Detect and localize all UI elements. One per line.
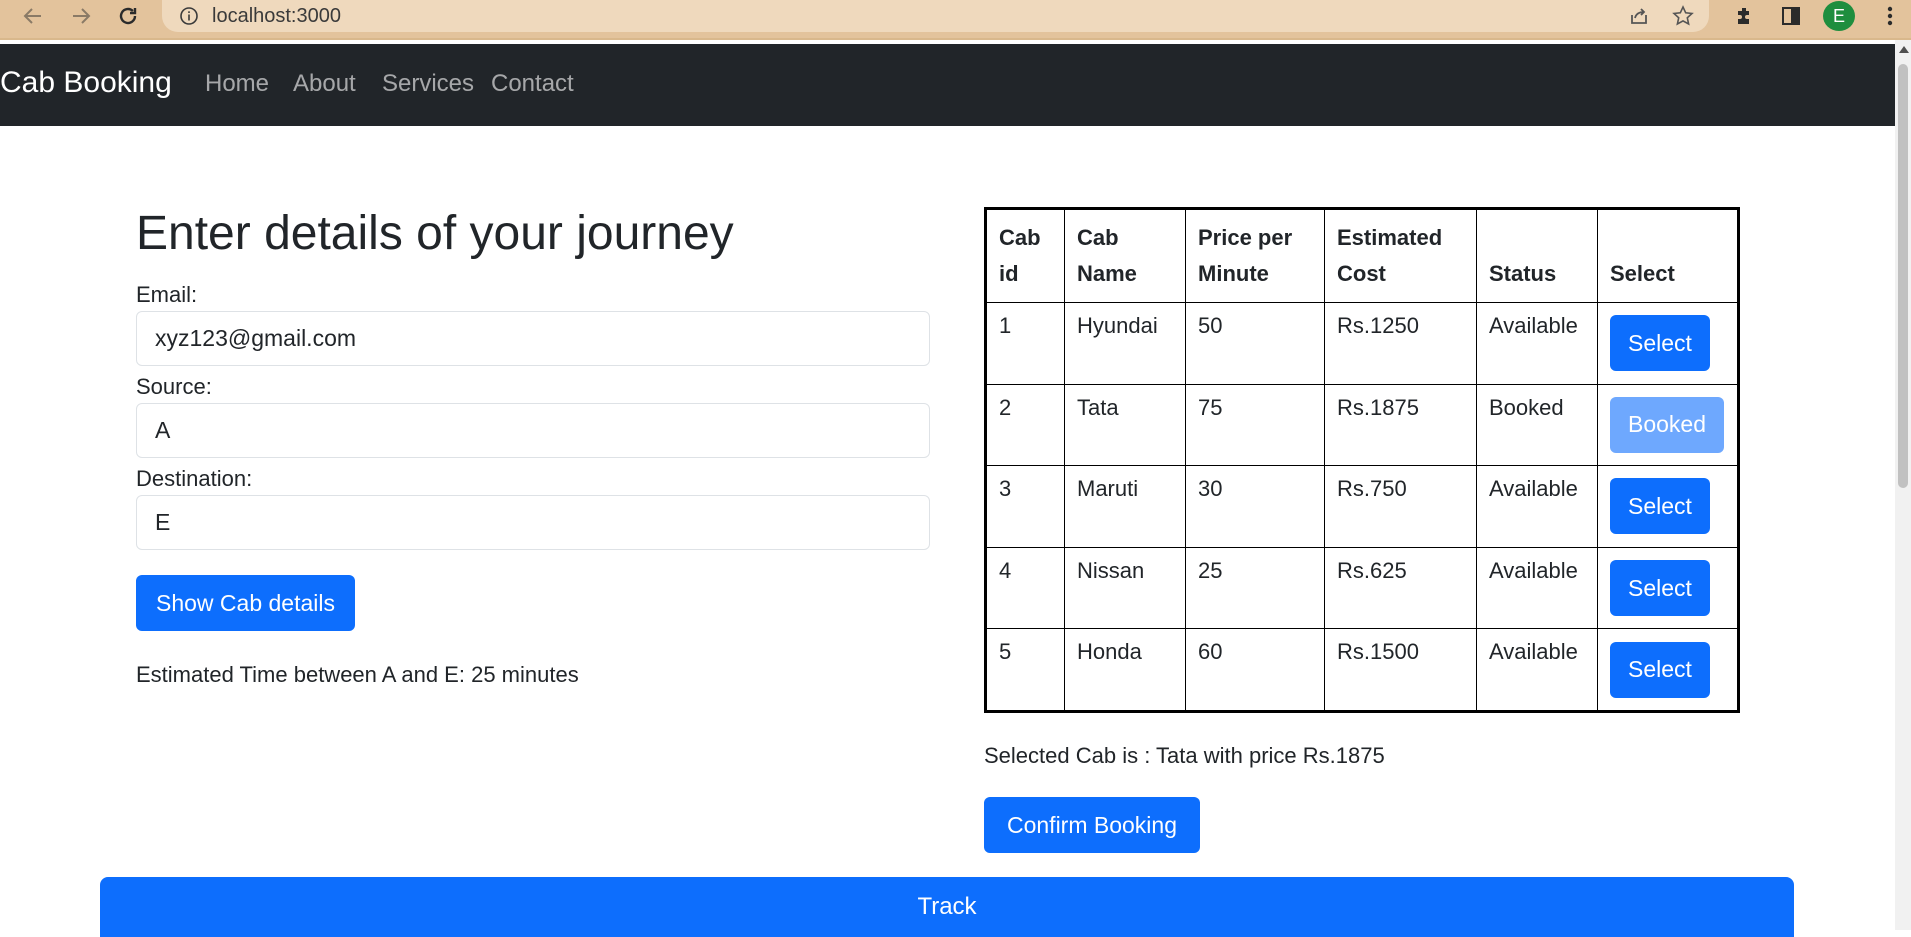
email-label: Email: (136, 282, 198, 307)
source-field[interactable] (136, 403, 930, 458)
destination-label: Destination: (136, 466, 253, 491)
destination-field[interactable] (136, 495, 930, 550)
select-cell: Select (1597, 302, 1739, 385)
table-row: 3 Maruti 30 Rs.750 Available Select (985, 465, 1739, 548)
select-cell: Select (1597, 628, 1739, 712)
selected-cab-text: Selected Cab is : Tata with price Rs.187… (984, 743, 1385, 768)
select-button[interactable]: Select (1610, 478, 1710, 535)
menu-dots-icon[interactable] (1880, 0, 1900, 32)
price-cell: 60 (1185, 628, 1325, 712)
reload-icon[interactable] (112, 0, 144, 32)
page-title: Enter details of your journey (136, 207, 734, 260)
star-icon[interactable] (1669, 0, 1697, 32)
cab-table: Cab id Cab Name Price per Minute Estimated C… (984, 207, 1740, 713)
price-cell: 50 (1185, 302, 1325, 385)
table-row: 5 Honda 60 Rs.1500 Available Select (985, 628, 1739, 712)
nav-link-contact[interactable]: Contact (491, 70, 574, 98)
status-cell: Available (1476, 465, 1598, 548)
address-bar[interactable]: localhost:3000 (162, 0, 1709, 32)
info-icon[interactable] (178, 0, 200, 32)
extensions-icon[interactable] (1730, 0, 1760, 32)
sidepanel-icon[interactable] (1776, 0, 1806, 32)
cost-cell: Rs.750 (1324, 465, 1477, 548)
table-row: 4 Nissan 25 Rs.625 Available Select (985, 546, 1739, 630)
select-cell: Select (1597, 546, 1739, 630)
select-cell: Select (1597, 465, 1739, 548)
status-cell: Available (1476, 628, 1598, 712)
column-header-status: Status (1476, 208, 1598, 303)
confirm-booking-button[interactable]: Confirm Booking (984, 797, 1200, 853)
select-button[interactable]: Select (1610, 315, 1710, 372)
forward-arrow-icon[interactable] (66, 0, 96, 32)
url-text: localhost:3000 (212, 5, 341, 27)
cost-cell: Rs.1250 (1324, 302, 1477, 385)
back-arrow-icon[interactable] (18, 0, 48, 32)
cab-id-cell: 4 (985, 546, 1065, 630)
cab-id-cell: 2 (985, 383, 1065, 467)
column-header-select: Select (1597, 208, 1739, 303)
show-cab-details-button[interactable]: Show Cab details (136, 575, 355, 631)
cost-cell: Rs.625 (1324, 546, 1477, 630)
status-cell: Booked (1476, 383, 1598, 467)
status-cell: Available (1476, 546, 1598, 630)
cab-name-cell: Maruti (1064, 465, 1186, 548)
email-field[interactable] (136, 311, 930, 366)
browser-toolbar: localhost:3000 E (0, 0, 1911, 40)
select-cell: Booked (1597, 383, 1739, 467)
column-header-cost: Estimated Cost (1324, 208, 1477, 303)
column-header-cab-id: Cab id (985, 208, 1065, 303)
select-button[interactable]: Select (1610, 560, 1710, 617)
status-cell: Available (1476, 302, 1598, 385)
cost-cell: Rs.1875 (1324, 383, 1477, 467)
table-header-row: Cab id Cab Name Price per Minute Estimated C… (985, 208, 1739, 303)
cab-name-cell: Honda (1064, 628, 1186, 712)
cab-name-cell: Hyundai (1064, 302, 1186, 385)
page-scrollbar-thumb[interactable] (1898, 64, 1908, 488)
table-row: 1 Hyundai 50 Rs.1250 Available Select (985, 302, 1739, 385)
estimated-time-text: Estimated Time between A and E: 25 minut… (136, 662, 579, 687)
cab-id-cell: 1 (985, 302, 1065, 385)
price-cell: 25 (1185, 546, 1325, 630)
track-button[interactable]: Track (100, 877, 1794, 937)
cab-id-cell: 5 (985, 628, 1065, 712)
nav-link-home[interactable]: Home (205, 70, 269, 98)
cab-id-cell: 3 (985, 465, 1065, 548)
cost-cell: Rs.1500 (1324, 628, 1477, 712)
cab-name-cell: Tata (1064, 383, 1186, 467)
table-row: 2 Tata 75 Rs.1875 Booked Booked (985, 383, 1739, 467)
avatar[interactable]: E (1823, 1, 1855, 31)
nav-link-about[interactable]: About (293, 70, 356, 98)
share-icon[interactable] (1625, 0, 1653, 32)
column-header-price: Price per Minute (1185, 208, 1325, 303)
column-header-cab-name: Cab Name (1064, 208, 1186, 303)
booked-button[interactable]: Booked (1610, 396, 1725, 453)
scroll-up-arrow-icon[interactable] (1899, 46, 1909, 53)
site-navbar: Cab Booking Home About Services Contact (0, 44, 1895, 126)
select-button[interactable]: Select (1610, 641, 1710, 698)
cab-name-cell: Nissan (1064, 546, 1186, 630)
price-cell: 30 (1185, 465, 1325, 548)
nav-link-services[interactable]: Services (382, 70, 474, 98)
navbar-brand[interactable]: Cab Booking (0, 66, 172, 100)
price-cell: 75 (1185, 383, 1325, 467)
source-label: Source: (136, 374, 212, 399)
